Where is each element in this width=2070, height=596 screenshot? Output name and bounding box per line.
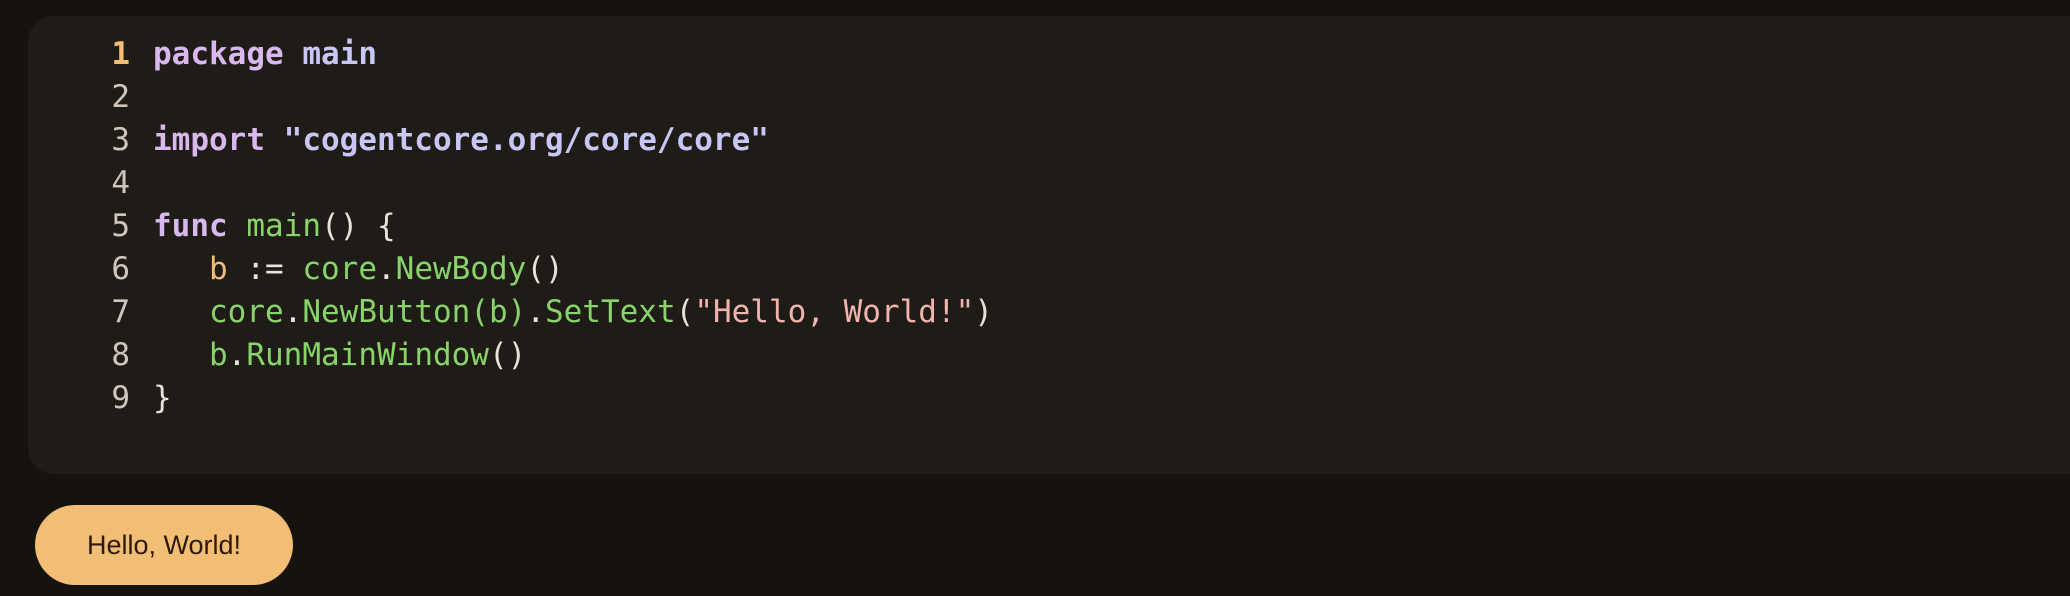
line-number: 8 — [111, 337, 130, 373]
code-token: package — [153, 36, 284, 72]
code-token: () — [526, 251, 564, 287]
line-number: 1 — [111, 36, 130, 72]
line-number: 5 — [111, 208, 130, 244]
code-line: 2 — [28, 76, 2070, 119]
code-token: main — [302, 36, 377, 72]
code-token: core — [209, 294, 284, 330]
code-token: func — [153, 208, 228, 244]
line-source[interactable]: core.NewButton(b).SetText("Hello, World!… — [153, 291, 993, 334]
code-line: 7 core.NewButton(b).SetText("Hello, Worl… — [28, 291, 2070, 334]
line-source[interactable]: func main() { — [153, 205, 396, 248]
code-line: 4 — [28, 162, 2070, 205]
code-token: SetText — [544, 294, 676, 330]
code-token: (b) — [470, 294, 527, 330]
code-line: 6 b := core.NewBody() — [28, 248, 2070, 291]
code-token: "Hello, World!" — [694, 294, 975, 330]
line-number: 2 — [111, 79, 130, 115]
line-source[interactable]: b.RunMainWindow() — [153, 334, 526, 377]
line-number: 7 — [111, 294, 130, 330]
line-number: 6 — [111, 251, 130, 287]
line-source[interactable]: package main — [153, 33, 377, 76]
code-token: main — [246, 208, 321, 244]
code-token: () — [488, 337, 527, 373]
line-number: 9 — [111, 380, 130, 416]
code-token: import — [153, 122, 265, 158]
code-token: . — [283, 294, 303, 330]
code-token: RunMainWindow — [246, 337, 489, 373]
line-source[interactable]: b := core.NewBody() — [153, 248, 564, 291]
code-token: NewButton — [302, 294, 471, 330]
code-line: 5 func main() { — [28, 205, 2070, 248]
code-token: . — [526, 294, 545, 330]
code-token: b — [209, 251, 228, 287]
hello-world-button[interactable]: Hello, World! — [35, 505, 293, 585]
code-line: 9} — [28, 377, 2070, 420]
code-token: b — [209, 337, 228, 373]
line-number: 4 — [111, 165, 130, 201]
code-token: NewBody — [395, 251, 527, 287]
code-editor[interactable]: 1 package main 2 3 import "cogentcore.org/co… — [28, 16, 2070, 474]
code-line: 8 b.RunMainWindow() — [28, 334, 2070, 377]
line-number: 3 — [111, 122, 130, 158]
code-line: 1 package main — [28, 33, 2070, 76]
code-token: ) — [974, 294, 993, 330]
line-source[interactable]: } — [153, 377, 172, 420]
code-token: () { — [320, 208, 396, 244]
code-token: core — [302, 251, 377, 287]
line-source[interactable]: import "cogentcore.org/core/core" — [153, 119, 769, 162]
code-token: "cogentcore.org/core/core" — [283, 122, 769, 158]
code-token: := — [227, 251, 303, 287]
code-token: ( — [675, 294, 695, 330]
code-token: } — [153, 380, 172, 416]
code-line: 3 import "cogentcore.org/core/core" — [28, 119, 2070, 162]
code-token: . — [227, 337, 247, 373]
code-token: . — [376, 251, 396, 287]
